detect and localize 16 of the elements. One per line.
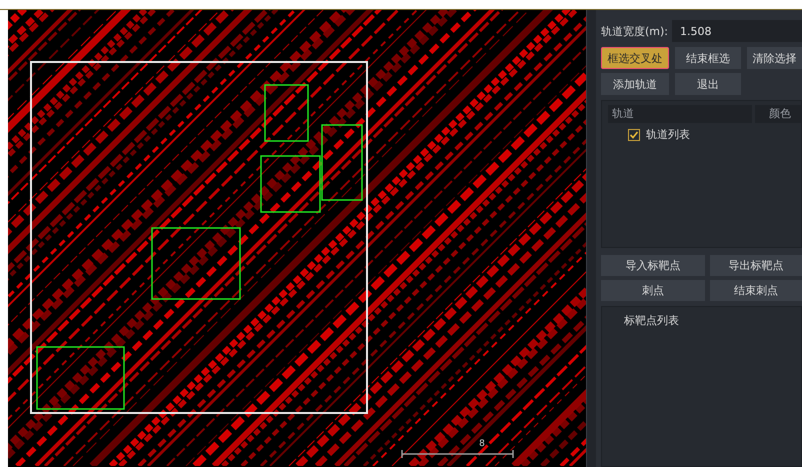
track-button[interactable]: 清除选择 — [747, 47, 802, 69]
list-item[interactable]: 标靶点列表 — [624, 313, 679, 328]
target-button[interactable]: 导出标靶点 — [710, 255, 802, 276]
track-button[interactable]: 结束框选 — [675, 47, 741, 69]
tree-item[interactable]: 轨道列表 — [646, 127, 690, 142]
target-button[interactable]: 结束刺点 — [710, 280, 802, 301]
target-button[interactable]: 刺点 — [601, 280, 705, 301]
scale-label: 8 — [479, 439, 485, 449]
track-width-field[interactable]: 1.508 — [672, 20, 802, 42]
track-button[interactable]: 框选交叉处 — [601, 47, 669, 69]
track-button[interactable]: 添加轨道 — [601, 73, 669, 95]
column-header[interactable]: 颜色 — [755, 105, 801, 123]
target-button[interactable]: 导入标靶点 — [601, 255, 705, 276]
column-header[interactable]: 轨道 — [608, 105, 752, 123]
track-width-label: 轨道宽度(m): — [601, 24, 668, 38]
track-button[interactable]: 退出 — [675, 73, 741, 95]
